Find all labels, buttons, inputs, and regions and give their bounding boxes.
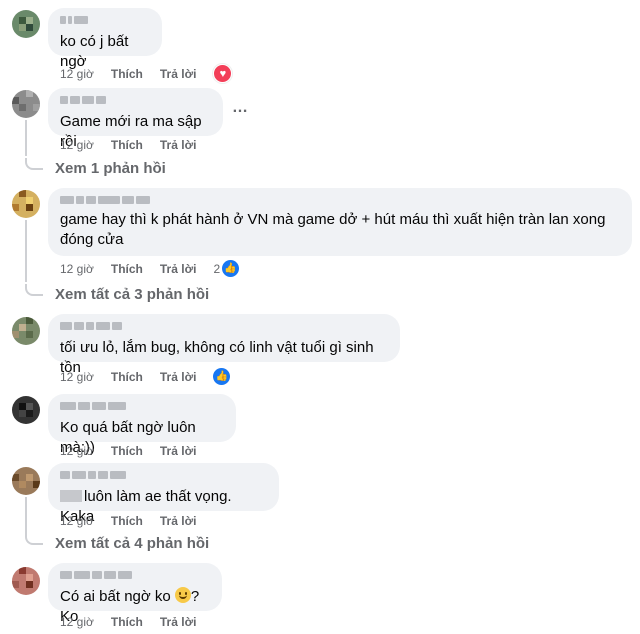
- author-name-redacted[interactable]: [60, 322, 122, 332]
- reaction-count: 2: [213, 261, 221, 276]
- like-button[interactable]: Thích: [111, 370, 143, 384]
- comment-bubble: Game mới ra ma sập rồi: [48, 88, 223, 150]
- comment-actions: 12 giờ Thích Trả lời 2 👍: [60, 260, 240, 277]
- comment-bubble: tối ưu lỏ, lắm bug, không có linh vật tu…: [48, 314, 400, 376]
- more-options-button[interactable]: …: [232, 99, 249, 117]
- comment-time[interactable]: 12 giờ: [60, 262, 94, 276]
- comment-actions: 12 giờ Thích Trả lời 👍: [60, 368, 231, 385]
- avatar[interactable]: [12, 467, 40, 495]
- avatar[interactable]: [12, 317, 40, 345]
- like-button[interactable]: Thích: [111, 262, 143, 276]
- like-button[interactable]: Thích: [111, 615, 143, 629]
- reply-button[interactable]: Trả lời: [160, 514, 197, 528]
- thread-elbow: [25, 158, 43, 170]
- comment-time[interactable]: 12 giờ: [60, 615, 94, 629]
- reaction-summary[interactable]: ♥: [213, 64, 233, 83]
- avatar[interactable]: [12, 190, 40, 218]
- comment-bubble: Ko quá bất ngờ luôn mà:)): [48, 394, 236, 456]
- like-button[interactable]: Thích: [111, 514, 143, 528]
- reply-button[interactable]: Trả lời: [160, 444, 197, 458]
- thread-line: [25, 497, 27, 533]
- like-button[interactable]: Thích: [111, 67, 143, 81]
- reaction-summary[interactable]: 2 👍: [213, 260, 240, 277]
- comment-bubble: luôn làm ae thất vọng. Kaka: [48, 463, 279, 525]
- view-replies-link[interactable]: Xem 1 phản hồi: [55, 160, 166, 177]
- author-name-redacted[interactable]: [60, 471, 126, 481]
- comment-actions: 12 giờ Thích Trả lời ♥: [60, 64, 233, 83]
- thread-line: [25, 220, 27, 282]
- thumbs-up-icon: 👍: [222, 260, 240, 277]
- comment-text-part1: Có ai bất ngờ ko: [60, 588, 175, 605]
- comment-bubble: ko có j bất ngờ: [48, 8, 162, 70]
- comment-time[interactable]: 12 giờ: [60, 67, 94, 81]
- author-name-redacted[interactable]: [60, 402, 126, 412]
- slightly-smiling-face-icon: [174, 587, 191, 603]
- view-replies-link[interactable]: Xem tất cả 3 phản hồi: [55, 286, 209, 303]
- comment-bubble: Có ai bất ngờ ko ? Ko: [48, 563, 222, 625]
- like-button[interactable]: Thích: [111, 444, 143, 458]
- comment-time[interactable]: 12 giờ: [60, 138, 94, 152]
- author-name-redacted[interactable]: [60, 571, 132, 581]
- comment-time[interactable]: 12 giờ: [60, 514, 94, 528]
- heart-icon: ♥: [213, 64, 233, 83]
- author-name-redacted[interactable]: [60, 196, 150, 206]
- comment-actions: 12 giờ Thích Trả lời: [60, 444, 213, 458]
- avatar[interactable]: [12, 90, 40, 118]
- reply-button[interactable]: Trả lời: [160, 262, 197, 276]
- comment-text: game hay thì k phát hành ở VN mà game dở…: [60, 211, 606, 248]
- comment-time[interactable]: 12 giờ: [60, 444, 94, 458]
- like-button[interactable]: Thích: [111, 138, 143, 152]
- thread-elbow: [25, 284, 43, 296]
- author-name-redacted[interactable]: [60, 16, 88, 26]
- redacted-mention: [60, 490, 82, 502]
- avatar[interactable]: [12, 396, 40, 424]
- comment-actions: 12 giờ Thích Trả lời: [60, 514, 213, 528]
- view-replies-link[interactable]: Xem tất cả 4 phản hồi: [55, 535, 209, 552]
- comment-actions: 12 giờ Thích Trả lời: [60, 615, 213, 629]
- reaction-summary[interactable]: 👍: [213, 368, 231, 385]
- reply-button[interactable]: Trả lời: [160, 370, 197, 384]
- avatar[interactable]: [12, 10, 40, 38]
- reply-button[interactable]: Trả lời: [160, 138, 197, 152]
- comment-actions: 12 giờ Thích Trả lời: [60, 138, 213, 152]
- thread-line: [25, 120, 27, 156]
- thread-elbow: [25, 533, 43, 545]
- reply-button[interactable]: Trả lời: [160, 67, 197, 81]
- comment-time[interactable]: 12 giờ: [60, 370, 94, 384]
- comment-bubble: game hay thì k phát hành ở VN mà game dở…: [48, 188, 632, 256]
- author-name-redacted[interactable]: [60, 96, 106, 106]
- thumbs-up-icon: 👍: [213, 368, 231, 385]
- reply-button[interactable]: Trả lời: [160, 615, 197, 629]
- avatar[interactable]: [12, 567, 40, 595]
